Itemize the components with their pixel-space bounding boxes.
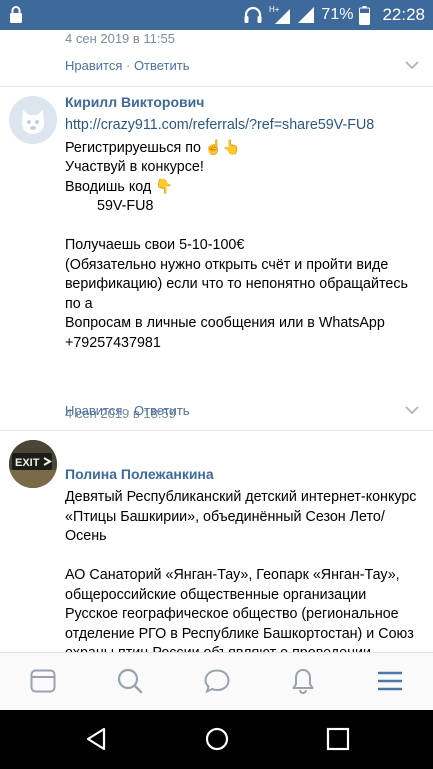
text-line: Вводишь код [65, 178, 152, 195]
comments-feed[interactable]: 4 сен 2019 в 11:55 Нравится · Ответить К… [0, 30, 433, 652]
avatar[interactable]: EXIT [9, 440, 57, 488]
promo-code: 59V-FU8 [97, 198, 154, 214]
reply-link[interactable]: Ответить [134, 403, 190, 418]
chevron-down-icon[interactable] [405, 61, 419, 70]
recent-apps-icon[interactable] [325, 726, 351, 752]
battery-icon [359, 5, 371, 25]
text-line: (Обязательно нужно открыть счёт и пройти… [65, 256, 408, 312]
default-avatar-dog-icon [9, 96, 57, 144]
avatar[interactable] [9, 96, 57, 144]
comment-item: Кирилл Викторович http://crazy911.com/re… [0, 87, 433, 422]
text-paragraph: АО Санаторий «Янган-Тау», Геопарк «Янган… [65, 567, 414, 652]
network-type-label: H+ [269, 5, 280, 14]
comment-author[interactable]: Полина Полежанкина [65, 466, 214, 482]
comment-author[interactable]: Кирилл Викторович [65, 94, 204, 110]
actions-separator: · [122, 58, 134, 73]
reply-link[interactable]: Ответить [134, 58, 190, 73]
text-line: Регистрируешься по [65, 139, 201, 156]
search-icon[interactable] [116, 667, 144, 695]
text-paragraph: Девятый Республиканский детский интернет… [65, 489, 417, 544]
messages-icon[interactable] [203, 667, 231, 695]
comment-text: Девятый Республиканский детский интернет… [65, 488, 420, 652]
menu-icon[interactable] [376, 667, 404, 695]
news-feed-icon[interactable] [29, 667, 57, 695]
text-line: Участвуй в конкурсе! [65, 159, 204, 175]
notifications-bell-icon[interactable] [289, 667, 317, 695]
network-signal-icon: H+ [269, 5, 291, 24]
battery-percent: 71% [321, 6, 354, 23]
pointing-up-emoji: ☝👆 [204, 139, 241, 156]
clock: 22:28 [382, 5, 425, 24]
comment-time: 4 сен 2019 в 11:55 [65, 31, 175, 46]
headphones-icon [244, 6, 262, 23]
bottom-tab-bar [0, 652, 433, 710]
home-icon[interactable] [204, 726, 230, 752]
chevron-down-icon[interactable] [405, 406, 419, 415]
comment-link[interactable]: http://crazy911.com/referrals/?ref=share… [65, 117, 374, 133]
back-icon[interactable] [84, 726, 110, 752]
comment-item: EXIT Полина Полежанкина Девятый Республи… [0, 431, 433, 652]
avatar-sign-text: EXIT [15, 457, 40, 469]
comment-actions: Нравится · Ответить [65, 58, 190, 73]
status-bar: H+ 71% 22:28 [0, 0, 433, 30]
comment-actions: Нравится · Ответить [65, 403, 190, 418]
text-line: Получаешь свои 5-10-100€ [65, 237, 245, 253]
like-link[interactable]: Нравится [65, 403, 122, 418]
exit-sign-avatar: EXIT [9, 440, 57, 488]
pointing-down-emoji: 👇 [155, 178, 174, 195]
signal-icon [298, 7, 315, 23]
text-line: Вопросам в личные сообщения или в WhatsA… [65, 315, 385, 331]
system-navigation-bar [0, 710, 433, 769]
actions-separator: · [122, 403, 134, 418]
lock-icon [10, 6, 22, 23]
like-link[interactable]: Нравится [65, 58, 122, 73]
comment-text: http://crazy911.com/referrals/?ref=share… [65, 116, 417, 353]
phone-number[interactable]: +79257437981 [65, 334, 417, 354]
